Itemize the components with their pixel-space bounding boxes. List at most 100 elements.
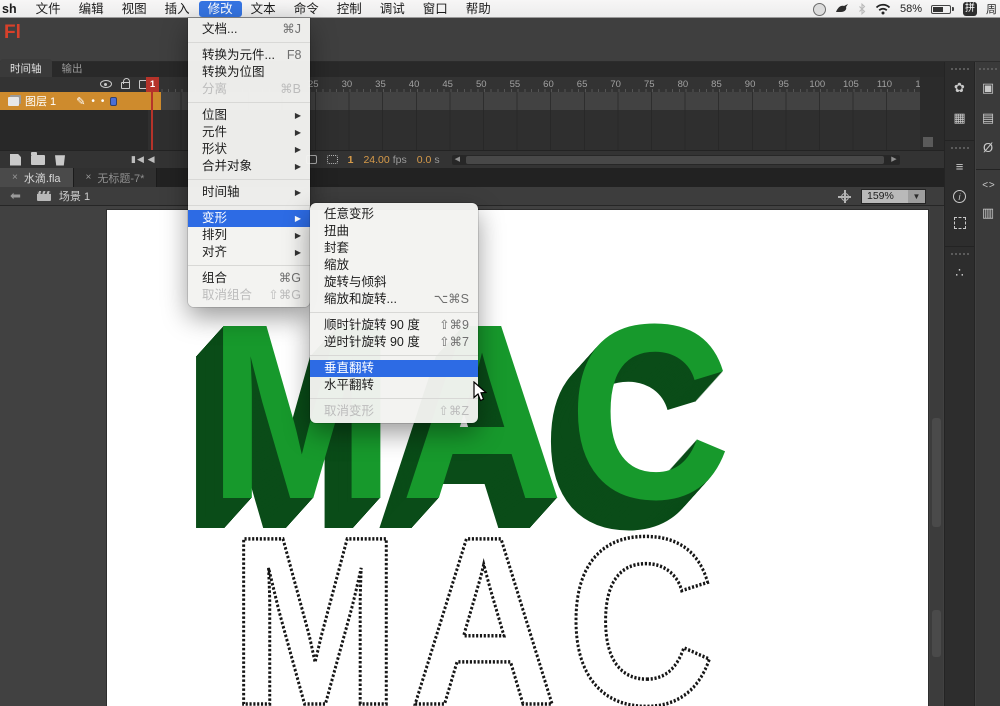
layer-outline-color-swatch[interactable] — [110, 96, 118, 106]
playhead-line[interactable] — [151, 92, 153, 150]
modify-menu-item-元件[interactable]: 元件 ▶ — [188, 124, 310, 141]
kuler-icon[interactable]: Ø — [976, 140, 1000, 155]
back-arrow-icon[interactable]: ⬅ — [10, 188, 21, 204]
modify-menu-item-位图[interactable]: 位图 ▶ — [188, 107, 310, 124]
layer-keyframe-cell[interactable] — [148, 92, 161, 110]
frame-rate-unit: fps — [392, 153, 407, 166]
modify-menu-item-形状[interactable]: 形状 ▶ — [188, 141, 310, 158]
transform-submenu-separator — [310, 398, 478, 399]
timeline-frame-ruler[interactable]: 25 30 35 40 45 50 55 60 65 70 75 80 85 90 95 100 105 110 1 — [0, 77, 944, 92]
layer-lock-dot[interactable]: • — [101, 96, 105, 107]
timeline-panel-tab-时间轴[interactable]: 时间轴 — [0, 59, 52, 77]
bluetooth-icon[interactable] — [858, 3, 866, 15]
modify-menu-item-转换为位图[interactable]: 转换为位图 — [188, 64, 310, 81]
input-method-badge[interactable]: 拼 — [963, 2, 977, 16]
modify-menu-item-变形[interactable]: 变形 ▶ — [188, 210, 310, 227]
transform-submenu-item-水平翻转[interactable]: 水平翻转 — [310, 377, 478, 394]
tab-close-icon[interactable]: × — [86, 172, 92, 183]
menubar-item-文件[interactable]: 文件 — [27, 1, 70, 17]
cube-icon[interactable]: ▣ — [976, 80, 1000, 96]
svg-text:MAC: MAC — [230, 487, 725, 706]
transform-submenu-item-任意变形[interactable]: 任意变形 — [310, 206, 478, 223]
new-folder-button[interactable] — [31, 151, 45, 165]
modify-menu-separator — [188, 179, 310, 180]
transform-submenu-item-顺时针旋转 90 度[interactable]: 顺时针旋转 90 度 ⇧⌘9 — [310, 317, 478, 334]
menubar-clock[interactable]: 周 — [986, 1, 998, 17]
submenu-arrow-icon: ▶ — [294, 248, 301, 257]
macos-menubar: sh 文件 编辑 视图 插入 修改 文本 命令 控制 调试 窗口 帮助 58% 拼 周 — [0, 0, 1000, 18]
library-icon[interactable]: ▥ — [976, 205, 1000, 221]
transform-submenu-item-逆时针旋转 90 度[interactable]: 逆时针旋转 90 度 ⇧⌘7 — [310, 334, 478, 351]
submenu-arrow-icon: ▶ — [294, 111, 301, 120]
transform-submenu-separator — [310, 355, 478, 356]
modify-menu-item-文档[interactable]: 文档... ⌘J — [188, 21, 310, 38]
layer-row[interactable]: 图层 1 ✎ • • — [0, 92, 148, 110]
transform-submenu-item-垂直翻转[interactable]: 垂直翻转 — [310, 360, 478, 377]
modify-menu-item-排列[interactable]: 排列 ▶ — [188, 227, 310, 244]
elapsed-time-value: 0.0 — [416, 153, 432, 166]
transform-icon[interactable] — [945, 217, 974, 232]
timeline-horizontal-scrollbar[interactable]: ◀ ▶ — [451, 154, 900, 165]
creative-cloud-icon[interactable] — [812, 2, 826, 16]
tab-close-icon[interactable]: × — [12, 172, 18, 183]
frame-rate-value[interactable]: 24.00 — [363, 154, 389, 166]
stage-zoom-value[interactable]: 159% — [862, 190, 908, 203]
document-tab-水滴.fla[interactable]: × 水滴.fla — [0, 168, 74, 187]
timeline-panel-tab-输出[interactable]: 输出 — [52, 59, 93, 77]
layer-visibility-dot[interactable]: • — [91, 96, 95, 107]
wifi-icon[interactable] — [875, 3, 891, 15]
modify-menu-item-组合[interactable]: 组合 ⌘G — [188, 270, 310, 287]
battery-percent: 58% — [899, 3, 922, 15]
menubar-item-视图[interactable]: 视图 — [113, 1, 156, 17]
transform-submenu-item-封套[interactable]: 封套 — [310, 240, 478, 257]
brush-dots-icon[interactable]: ∴ — [945, 265, 974, 281]
menubar-item-编辑[interactable]: 编辑 — [70, 1, 113, 17]
swatches-icon[interactable]: ▦ — [945, 110, 974, 126]
timeline-tabbar: 时间轴 输出 — [0, 59, 944, 77]
stage-vertical-scrollbar[interactable] — [930, 206, 943, 706]
layer-name[interactable]: 图层 1 — [25, 93, 56, 109]
modify-menu-item-转换为元件[interactable]: 转换为元件... F8 — [188, 47, 310, 64]
bird-icon[interactable] — [835, 3, 849, 15]
submenu-arrow-icon: ▶ — [294, 188, 301, 197]
info-icon[interactable]: i — [945, 188, 974, 203]
library-icon[interactable]: ▤ — [976, 110, 1000, 126]
menubar-item-文本[interactable]: 文本 — [242, 1, 285, 17]
transform-submenu-item-扭曲[interactable]: 扭曲 — [310, 223, 478, 240]
onion-skin-icon[interactable] — [326, 155, 338, 164]
transform-submenu: 任意变形 扭曲 封套 缩放 旋转与倾斜 缩放和旋转... ⌥⌘S 顺时针旋转 90 度 ⇧⌘9 逆… — [310, 203, 478, 423]
new-layer-button[interactable] — [10, 153, 21, 166]
transform-submenu-separator — [310, 312, 478, 313]
menubar-item-调试[interactable]: 调试 — [371, 1, 414, 17]
flash-app-logo: Fl — [4, 22, 21, 43]
edit-symbols-crosshair-icon[interactable] — [838, 190, 851, 203]
menubar-item-帮助[interactable]: 帮助 — [457, 1, 500, 17]
modify-menu-item-对齐[interactable]: 对齐 ▶ — [188, 244, 310, 261]
modify-menu-item-时间轴[interactable]: 时间轴 ▶ — [188, 184, 310, 201]
scene-label[interactable]: 场景 1 — [59, 188, 90, 204]
timeline-vertical-scrollbar[interactable] — [920, 77, 944, 150]
zoom-dropdown-arrow-icon[interactable]: ▼ — [908, 190, 925, 203]
document-tabbar: × 水滴.fla × 无标题-7* — [0, 168, 944, 187]
timeline-bottom-bar: ▮◀ ◀ 1 24.00 fps 0.0 s ◀ ▶ — [0, 150, 944, 168]
layer-type-icon — [8, 96, 19, 106]
submenu-arrow-icon: ▶ — [294, 145, 301, 154]
playhead-frame-number[interactable]: 1 — [146, 77, 159, 92]
playback-controls[interactable]: ▮◀ ◀ — [131, 154, 156, 165]
menubar-item-命令[interactable]: 命令 — [285, 1, 328, 17]
code-icon[interactable]: < > — [976, 180, 1000, 191]
transform-submenu-item-缩放[interactable]: 缩放 — [310, 257, 478, 274]
menubar-item-控制[interactable]: 控制 — [328, 1, 371, 17]
document-tab-无标题-7*[interactable]: × 无标题-7* — [73, 168, 158, 187]
palette-icon[interactable]: ✿ — [945, 80, 974, 96]
transform-submenu-item-缩放和旋转[interactable]: 缩放和旋转... ⌥⌘S — [310, 291, 478, 308]
stage-zoom-select[interactable]: 159% ▼ — [861, 189, 926, 204]
align-icon[interactable]: ≡ — [945, 159, 974, 174]
menubar-status-cluster: 58% 拼 周 — [812, 0, 1000, 18]
menubar-item-修改[interactable]: 修改 — [198, 0, 242, 17]
menubar-item-窗口[interactable]: 窗口 — [414, 1, 457, 17]
menubar-item-插入[interactable]: 插入 — [156, 1, 199, 17]
delete-layer-button[interactable] — [55, 155, 65, 166]
modify-menu-item-合并对象[interactable]: 合并对象 ▶ — [188, 158, 310, 175]
transform-submenu-item-旋转与倾斜[interactable]: 旋转与倾斜 — [310, 274, 478, 291]
